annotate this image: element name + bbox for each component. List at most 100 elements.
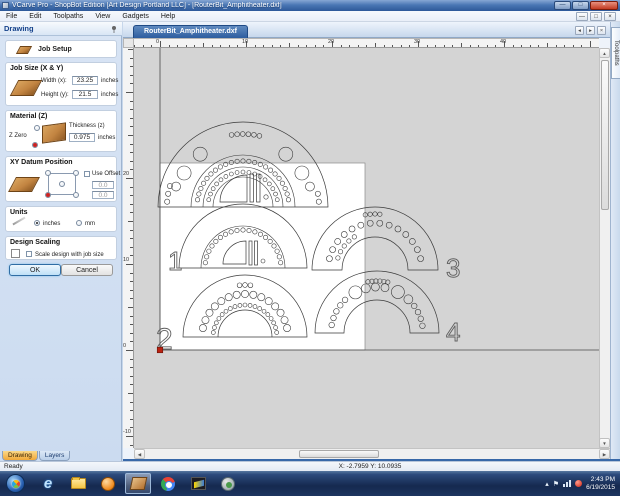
units-inches-radio[interactable]: [34, 220, 40, 226]
horizontal-scroll-thumb[interactable]: [299, 450, 379, 458]
part-label: 3: [446, 253, 460, 283]
app-window: VCarve Pro - ShopBot Edition [Art Design…: [0, 0, 620, 496]
taskbar-utility-icon[interactable]: [215, 473, 241, 494]
mdi-minimize-button[interactable]: —: [576, 11, 588, 21]
design-scaling-group: Design Scaling Scale design with job siz…: [5, 236, 117, 260]
menu-gadgets[interactable]: Gadgets: [116, 13, 154, 20]
job-size-title: Job Size (X & Y): [10, 65, 64, 72]
cancel-button[interactable]: Cancel: [61, 264, 113, 276]
maximize-button[interactable]: □: [572, 1, 589, 10]
taskbar-windows-explorer-icon[interactable]: [65, 473, 91, 494]
menu-view[interactable]: View: [89, 13, 116, 20]
action-center-flag-icon[interactable]: ⚑: [553, 480, 559, 488]
scale-design-checkbox[interactable]: [26, 251, 32, 257]
height-units-label: inches: [101, 92, 119, 98]
panel-bottom-tabs: Drawing Layers: [2, 451, 71, 461]
show-hidden-icons-icon[interactable]: ▴: [545, 480, 549, 488]
cursor-coordinates: X: -2.7959 Y: 10.0935: [338, 463, 402, 470]
mdi-restore-button[interactable]: □: [590, 11, 602, 21]
menu-help[interactable]: Help: [155, 13, 181, 20]
tab-close-icon[interactable]: ×: [597, 26, 606, 35]
scroll-left-icon[interactable]: ◀: [134, 449, 145, 459]
vertical-scrollbar[interactable]: ▲ ▼: [599, 48, 610, 448]
y-offset-field[interactable]: 0.0: [92, 191, 114, 199]
job-setup-label: Job Setup: [38, 46, 72, 53]
units-group: Units inches mm: [5, 206, 117, 232]
menu-toolpaths[interactable]: Toolpaths: [47, 13, 89, 20]
mdi-close-button[interactable]: ×: [604, 11, 616, 21]
job-size-icon: [9, 80, 43, 96]
scroll-right-icon[interactable]: ▶: [599, 449, 610, 459]
scroll-down-icon[interactable]: ▼: [599, 438, 610, 448]
x-offset-field[interactable]: 0.0: [92, 181, 114, 189]
datum-center-radio[interactable]: [59, 181, 65, 187]
cad-drawing-canvas[interactable]: 1234: [134, 48, 599, 448]
thickness-field[interactable]: 0.975: [69, 133, 95, 142]
width-units-label: inches: [101, 78, 119, 84]
tab-scroll-right-icon[interactable]: ▸: [586, 26, 595, 35]
windows-taskbar: e ▴ ⚑ 2:43 PM 6/19/2015: [0, 471, 620, 496]
menu-file[interactable]: File: [0, 13, 23, 20]
datum-bottom-left-radio[interactable]: [45, 192, 51, 198]
vertical-scroll-thumb[interactable]: [601, 60, 609, 210]
thickness-label: Thickness (z): [69, 123, 105, 129]
taskbar-clock[interactable]: 2:43 PM 6/19/2015: [586, 476, 615, 492]
height-field[interactable]: 21.5: [72, 90, 98, 99]
taskbar-media-player-icon[interactable]: [95, 473, 121, 494]
tab-layers[interactable]: Layers: [38, 451, 71, 461]
toolpaths-tab[interactable]: Toolpaths: [611, 27, 620, 79]
pin-icon[interactable]: [110, 25, 118, 33]
use-offset-label: Use Offset: [92, 171, 121, 177]
part-label: 4: [446, 317, 460, 347]
horizontal-scrollbar[interactable]: ◀ ▶: [134, 448, 610, 459]
canvas-area: RouterBit_Amphitheater.dxf ◂ ▸ × 0 10 20 30…: [123, 22, 620, 461]
part-label: 1: [168, 246, 182, 276]
close-button[interactable]: ×: [590, 1, 618, 10]
taskbar-vcarve-pro-icon[interactable]: [125, 473, 151, 494]
drawing-panel-title: Drawing: [4, 24, 34, 33]
datum-title: XY Datum Position: [10, 159, 73, 166]
minimize-button[interactable]: —: [554, 1, 571, 10]
menu-bar: File Edit Toolpaths View Gadgets Help — …: [0, 11, 620, 22]
document-tab-bar: RouterBit_Amphitheater.dxf ◂ ▸ ×: [123, 22, 620, 38]
height-label: Height (y):: [41, 92, 69, 98]
drawing-panel: Drawing Job Setup Job Size (X & Y) Width…: [0, 22, 122, 461]
scroll-up-icon[interactable]: ▲: [599, 48, 610, 58]
datum-top-left-radio[interactable]: [45, 170, 51, 176]
network-icon[interactable]: [563, 480, 572, 487]
system-tray: ▴ ⚑ 2:43 PM 6/19/2015: [545, 476, 620, 492]
drawing-panel-header: Drawing: [0, 22, 122, 36]
scale-icon: [11, 249, 20, 258]
job-setup-button[interactable]: Job Setup: [5, 40, 117, 58]
use-offset-checkbox[interactable]: [84, 171, 90, 177]
status-ready: Ready: [4, 463, 23, 470]
width-field[interactable]: 23.25: [72, 76, 98, 85]
design-scaling-title: Design Scaling: [10, 239, 61, 246]
dialog-buttons: OK Cancel: [5, 264, 117, 277]
tab-scroll-left-icon[interactable]: ◂: [575, 26, 584, 35]
start-button[interactable]: [6, 474, 25, 493]
z-zero-top-radio[interactable]: [34, 125, 40, 131]
z-zero-bottom-radio[interactable]: [32, 142, 38, 148]
document-tab[interactable]: RouterBit_Amphitheater.dxf: [133, 25, 248, 38]
units-mm-radio[interactable]: [76, 220, 82, 226]
vertical-ruler: -10 0 10 20: [123, 48, 134, 448]
datum-top-right-radio[interactable]: [73, 170, 79, 176]
ok-button[interactable]: OK: [9, 264, 61, 276]
horizontal-ruler: 0 10 20 30 40: [134, 38, 599, 48]
width-label: Width (x):: [41, 78, 67, 84]
status-bar: Ready X: -2.7959 Y: 10.0935: [0, 461, 620, 471]
datum-bottom-right-radio[interactable]: [73, 192, 79, 198]
job-size-group: Job Size (X & Y) Width (x): 23.25 inches…: [5, 62, 119, 106]
taskbar-cam-software-icon[interactable]: [185, 473, 211, 494]
taskbar-chrome-icon[interactable]: [155, 473, 181, 494]
taskbar-internet-explorer-icon[interactable]: e: [35, 473, 61, 494]
pencil-icon: [12, 216, 26, 226]
menu-edit[interactable]: Edit: [23, 13, 47, 20]
units-title: Units: [10, 209, 28, 216]
volume-alert-icon[interactable]: [575, 480, 583, 487]
tab-drawing[interactable]: Drawing: [2, 451, 38, 461]
job-setup-icon: [15, 46, 33, 54]
title-bar[interactable]: VCarve Pro - ShopBot Edition [Art Design…: [0, 0, 620, 11]
material-block-icon: [42, 122, 66, 144]
